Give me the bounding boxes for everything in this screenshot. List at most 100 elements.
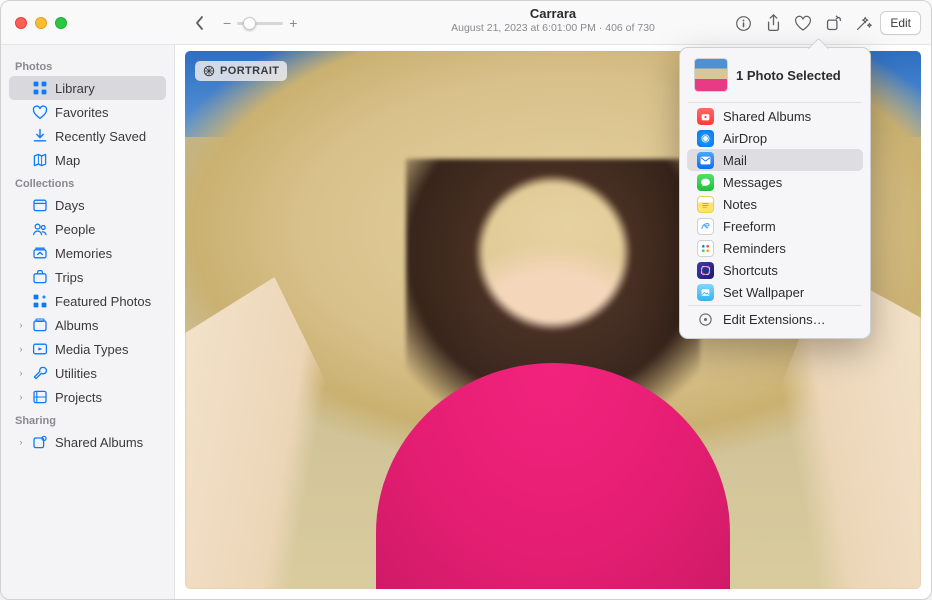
sidebar-item-projects[interactable]: › Projects [9, 385, 166, 409]
airdrop-app-icon [697, 130, 714, 147]
sidebar-item-favorites[interactable]: Favorites [9, 100, 166, 124]
menu-item-label: Freeform [723, 219, 776, 234]
edit-button[interactable]: Edit [880, 11, 921, 35]
share-popover-title: 1 Photo Selected [736, 68, 841, 83]
zoom-button[interactable] [55, 17, 67, 29]
msg-app-icon [697, 174, 714, 191]
notes-app-icon [697, 196, 714, 213]
sidebar-item-people[interactable]: People [9, 217, 166, 241]
share-thumbnail [694, 58, 728, 92]
photo-date: August 21, 2023 at 6:01:00 PM [451, 22, 596, 34]
map-icon [32, 152, 48, 168]
projects-icon [32, 389, 48, 405]
sidebar-item-shared-albums[interactable]: › Shared Albums [9, 430, 166, 454]
menu-item-edit-extensions[interactable]: Edit Extensions… [687, 308, 863, 330]
menu-item-freeform[interactable]: Freeform [687, 215, 863, 237]
sidebar-item-map[interactable]: Map [9, 148, 166, 172]
sidebar-section-header: Sharing [7, 409, 168, 430]
chevron-right-icon[interactable]: › [17, 320, 25, 330]
sidebar-item-featured-photos[interactable]: Featured Photos [9, 289, 166, 313]
suitcase-icon [32, 269, 48, 285]
download-icon [32, 128, 48, 144]
zoom-track[interactable] [237, 22, 283, 25]
sidebar: PhotosLibraryFavoritesRecently SavedMapC… [1, 45, 175, 599]
portrait-badge[interactable]: PORTRAIT [195, 61, 287, 81]
memories-icon [32, 245, 48, 261]
sidebar-item-label: Favorites [55, 105, 108, 120]
chevron-right-icon[interactable]: › [17, 392, 25, 402]
sidebar-item-label: Projects [55, 390, 102, 405]
rotate-icon [825, 15, 842, 32]
photo-index: 406 of 730 [605, 22, 655, 34]
sidebar-section-header: Photos [7, 55, 168, 76]
menu-item-label: Edit Extensions… [723, 312, 826, 327]
shared-album-icon [32, 434, 48, 450]
sidebar-item-library[interactable]: Library [9, 76, 166, 100]
minimize-button[interactable] [35, 17, 47, 29]
rotate-button[interactable] [820, 11, 846, 35]
menu-item-label: Notes [723, 197, 757, 212]
sidebar-item-days[interactable]: Days [9, 193, 166, 217]
menu-item-set-wallpaper[interactable]: Set Wallpaper [687, 281, 863, 303]
share-popover-header: 1 Photo Selected [684, 56, 866, 100]
menu-item-notes[interactable]: Notes [687, 193, 863, 215]
album-icon [32, 317, 48, 333]
share-icon [765, 14, 782, 32]
sidebar-item-label: Media Types [55, 342, 128, 357]
zoom-slider[interactable]: − + [223, 15, 297, 31]
sidebar-item-label: Albums [55, 318, 98, 333]
back-button[interactable] [187, 11, 213, 35]
menu-item-label: Messages [723, 175, 782, 190]
menu-item-label: Mail [723, 153, 747, 168]
sidebar-item-trips[interactable]: Trips [9, 265, 166, 289]
favorite-button[interactable] [790, 11, 816, 35]
aperture-icon [203, 65, 215, 77]
chevron-right-icon[interactable]: › [17, 368, 25, 378]
heart-icon [32, 104, 48, 120]
info-icon [735, 15, 752, 32]
chevron-right-icon[interactable]: › [17, 437, 25, 447]
sidebar-item-media-types[interactable]: › Media Types [9, 337, 166, 361]
share-button[interactable] [760, 11, 786, 35]
zoom-out-icon: − [223, 15, 231, 31]
sidebar-item-label: Map [55, 153, 80, 168]
toolbar-right: Edit [730, 11, 931, 35]
menu-item-label: Shortcuts [723, 263, 778, 278]
menu-item-label: AirDrop [723, 131, 767, 146]
share-popover: 1 Photo Selected Shared Albums AirDrop Mai… [679, 47, 871, 339]
sidebar-item-label: Shared Albums [55, 435, 143, 450]
sidebar-item-albums[interactable]: › Albums [9, 313, 166, 337]
menu-item-shortcuts[interactable]: Shortcuts [687, 259, 863, 281]
zoom-knob[interactable] [243, 17, 256, 30]
photos-app-window: − + Carrara August 21, 2023 at 6:01:00 P… [0, 0, 932, 600]
menu-item-shared-albums[interactable]: Shared Albums [687, 105, 863, 127]
toolbar-title-group: Carrara August 21, 2023 at 6:01:00 PM · … [451, 7, 655, 34]
sidebar-item-label: Trips [55, 270, 83, 285]
sidebar-item-label: Library [55, 81, 95, 96]
auto-enhance-button[interactable] [850, 11, 876, 35]
grid-icon [32, 80, 48, 96]
people-icon [32, 221, 48, 237]
menu-item-messages[interactable]: Messages [687, 171, 863, 193]
wand-icon [855, 15, 872, 32]
wall-app-icon [697, 284, 714, 301]
sidebar-item-memories[interactable]: Memories [9, 241, 166, 265]
chevron-right-icon[interactable]: › [17, 344, 25, 354]
rem-app-icon [697, 240, 714, 257]
menu-item-reminders[interactable]: Reminders [687, 237, 863, 259]
divider [688, 102, 862, 103]
menu-item-airdrop[interactable]: AirDrop [687, 127, 863, 149]
sidebar-item-utilities[interactable]: ›Utilities [9, 361, 166, 385]
shortcuts-app-icon [697, 262, 714, 279]
menu-item-label: Reminders [723, 241, 786, 256]
divider [688, 305, 862, 306]
sidebar-item-label: Recently Saved [55, 129, 146, 144]
extensions-icon [697, 311, 714, 328]
close-button[interactable] [15, 17, 27, 29]
sidebar-item-label: Featured Photos [55, 294, 151, 309]
calendar-icon [32, 197, 48, 213]
menu-item-mail[interactable]: Mail [687, 149, 863, 171]
sidebar-item-recently-saved[interactable]: Recently Saved [9, 124, 166, 148]
info-button[interactable] [730, 11, 756, 35]
portrait-badge-label: PORTRAIT [220, 65, 279, 77]
